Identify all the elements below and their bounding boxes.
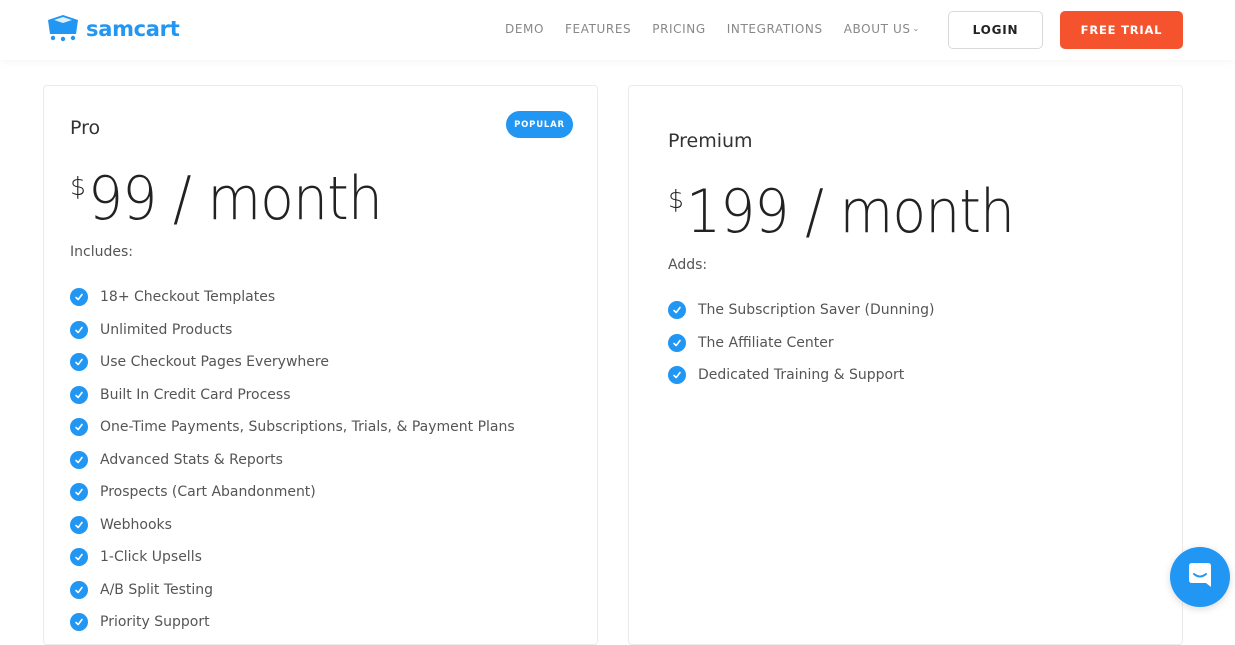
- check-circle-icon: [70, 483, 88, 502]
- plan-price: $ 99 / month: [70, 166, 407, 232]
- plan-card-pro: Pro POPULAR $ 99 / month Includes: 18+ C…: [43, 85, 598, 645]
- feature-item: Built In Credit Card Process: [70, 379, 515, 412]
- nav-about-us[interactable]: ABOUT US ⌄: [844, 22, 920, 36]
- main-nav: DEMO FEATURES PRICING INTEGRATIONS ABOUT…: [505, 22, 941, 36]
- feature-text: Priority Support: [100, 614, 210, 631]
- feature-item: Dedicated Training & Support: [668, 359, 934, 392]
- feature-text: Built In Credit Card Process: [100, 386, 291, 403]
- adds-label: Adds:: [668, 257, 708, 273]
- check-circle-icon: [70, 548, 88, 567]
- login-button[interactable]: LOGIN: [948, 11, 1043, 49]
- price-amount: 99 / month: [87, 164, 383, 234]
- popular-badge: POPULAR: [506, 111, 573, 138]
- feature-text: 18+ Checkout Templates: [100, 289, 276, 306]
- site-header: samcart DEMO FEATURES PRICING INTEGRATIO…: [0, 0, 1235, 60]
- feature-text: Dedicated Training & Support: [698, 367, 905, 384]
- free-trial-button[interactable]: FREE TRIAL: [1060, 11, 1183, 49]
- feature-text: Use Checkout Pages Everywhere: [100, 354, 329, 371]
- chat-bubble-icon: [1185, 560, 1215, 594]
- check-circle-icon: [70, 450, 88, 469]
- feature-item: A/B Split Testing: [70, 574, 515, 607]
- feature-item: The Affiliate Center: [668, 327, 934, 360]
- samcart-logo[interactable]: samcart: [46, 12, 180, 46]
- check-circle-icon: [70, 320, 88, 339]
- check-circle-icon: [70, 418, 88, 437]
- check-circle-icon: [70, 580, 88, 599]
- feature-text: Unlimited Products: [100, 321, 233, 338]
- feature-item: 18+ Checkout Templates: [70, 281, 515, 314]
- nav-demo[interactable]: DEMO: [505, 22, 544, 36]
- feature-text: Webhooks: [100, 516, 172, 533]
- feature-item: One-Time Payments, Subscriptions, Trials…: [70, 411, 515, 444]
- feature-list: The Subscription Saver (Dunning) The Affi…: [668, 294, 934, 392]
- nav-integrations[interactable]: INTEGRATIONS: [727, 22, 823, 36]
- feature-item: Webhooks: [70, 509, 515, 542]
- plan-card-premium: Premium $ 199 / month Adds: The Subscrip…: [628, 85, 1183, 645]
- feature-item: 1-Click Upsells: [70, 541, 515, 574]
- feature-item: Priority Support: [70, 606, 515, 639]
- includes-label: Includes:: [70, 244, 133, 260]
- currency-symbol: $: [70, 172, 86, 201]
- check-circle-icon: [668, 366, 686, 385]
- chat-widget-button[interactable]: [1170, 547, 1230, 607]
- check-circle-icon: [668, 301, 686, 320]
- cart-logo-icon: [46, 12, 80, 46]
- feature-item: Use Checkout Pages Everywhere: [70, 346, 515, 379]
- feature-text: Advanced Stats & Reports: [100, 451, 283, 468]
- nav-about-us-label: ABOUT US: [843, 22, 911, 36]
- check-circle-icon: [70, 515, 88, 534]
- check-circle-icon: [668, 333, 686, 352]
- feature-text: The Subscription Saver (Dunning): [698, 302, 935, 319]
- check-circle-icon: [70, 613, 88, 632]
- check-circle-icon: [70, 385, 88, 404]
- feature-list: 18+ Checkout Templates Unlimited Products…: [70, 281, 515, 639]
- feature-item: Advanced Stats & Reports: [70, 444, 515, 477]
- currency-symbol: $: [668, 185, 684, 214]
- feature-text: Prospects (Cart Abandonment): [100, 484, 316, 501]
- feature-item: Prospects (Cart Abandonment): [70, 476, 515, 509]
- check-circle-icon: [70, 353, 88, 372]
- plan-name: Premium: [668, 130, 753, 152]
- chevron-down-icon: ⌄: [912, 24, 920, 33]
- feature-item: Unlimited Products: [70, 314, 515, 347]
- price-amount: 199 / month: [685, 177, 1015, 247]
- feature-item: The Subscription Saver (Dunning): [668, 294, 934, 327]
- plan-price: $ 199 / month: [668, 179, 1043, 245]
- feature-text: The Affiliate Center: [698, 334, 834, 351]
- plan-name: Pro: [70, 117, 101, 139]
- nav-pricing[interactable]: PRICING: [652, 22, 706, 36]
- feature-text: One-Time Payments, Subscriptions, Trials…: [100, 419, 515, 436]
- logo-text: samcart: [86, 17, 180, 41]
- feature-text: A/B Split Testing: [100, 581, 214, 598]
- feature-text: 1-Click Upsells: [100, 549, 202, 566]
- check-circle-icon: [70, 288, 88, 307]
- nav-features[interactable]: FEATURES: [565, 22, 631, 36]
